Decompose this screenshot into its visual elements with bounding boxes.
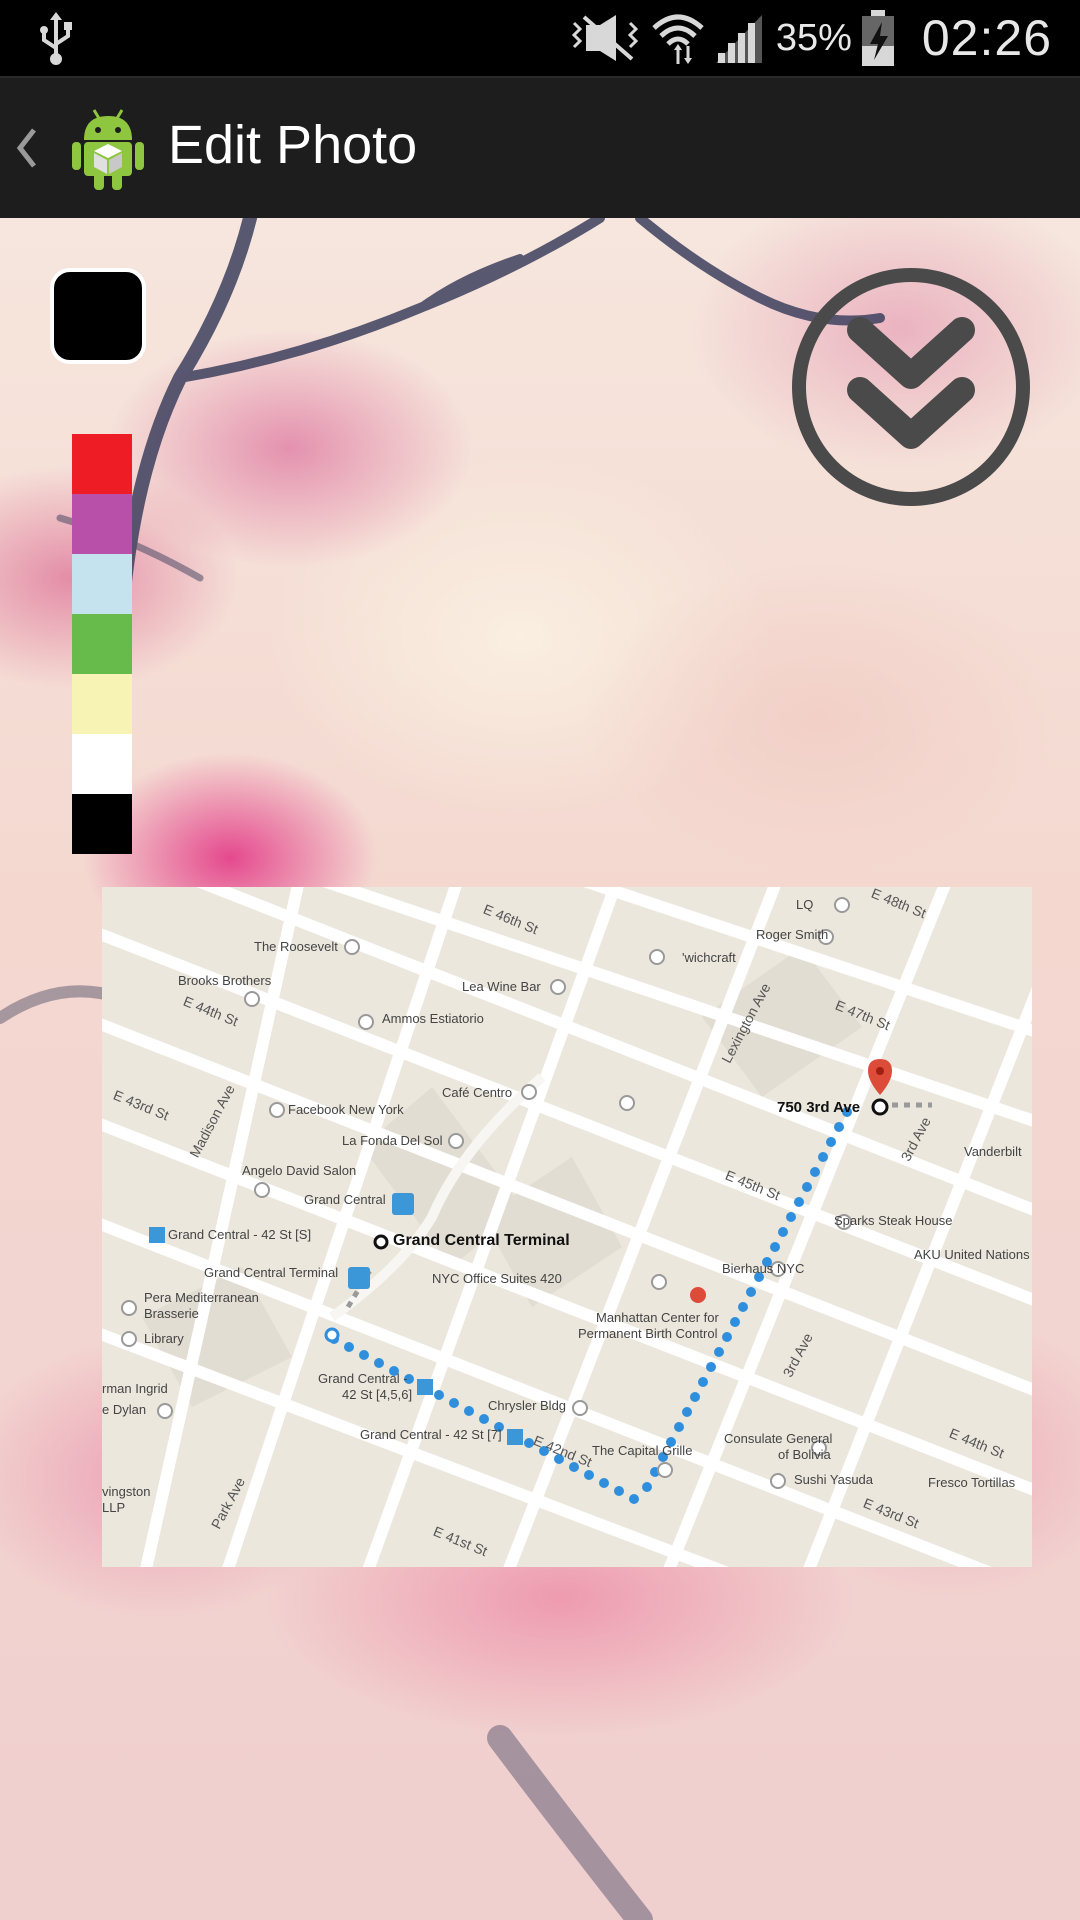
map-label: La Fonda Del Sol	[342, 1133, 443, 1148]
color-swatch-pale-yellow[interactable]	[72, 674, 132, 734]
map-image[interactable]: The Roosevelt Brooks Brothers E 46th St …	[102, 887, 1032, 1567]
map-label: Grand Central -	[318, 1371, 408, 1386]
color-swatch-black[interactable]	[72, 794, 132, 854]
map-label: Library	[144, 1331, 184, 1346]
usb-icon	[40, 12, 72, 65]
map-label: Sparks Steak House	[834, 1213, 953, 1228]
wifi-icon	[652, 14, 704, 64]
color-swatch-purple[interactable]	[72, 494, 132, 554]
chevron-left-icon[interactable]	[10, 118, 40, 178]
map-label: NYC Office Suites 420	[432, 1271, 562, 1286]
map-label: The Capital Grille	[592, 1443, 693, 1458]
signal-icon	[715, 15, 762, 63]
battery-charging-icon	[861, 10, 894, 66]
color-swatch-white[interactable]	[72, 734, 132, 794]
action-bar: Edit Photo	[0, 76, 1080, 220]
map-label: Grand Central	[304, 1192, 386, 1207]
map-label: Fresco Tortillas	[928, 1475, 1016, 1490]
map-label: Sushi Yasuda	[794, 1472, 874, 1487]
map-label: Brooks Brothers	[178, 973, 272, 988]
map-label: e Dylan	[102, 1402, 147, 1417]
double-chevron-down-icon[interactable]	[790, 266, 1032, 508]
clock: 02:26	[921, 10, 1052, 66]
map-label: Roger Smith	[756, 927, 829, 942]
map-label: Chrysler Bldg	[488, 1398, 567, 1413]
map-label: Vanderbilt	[964, 1144, 1022, 1159]
map-label: LLP	[102, 1500, 126, 1515]
status-icons: 35% 02:26	[570, 0, 1052, 76]
map-label: Café Centro	[442, 1085, 513, 1100]
map-label: 42 St [4,5,6]	[342, 1387, 413, 1402]
map-label: 750 3rd Ave	[777, 1099, 861, 1116]
color-swatch-light-blue[interactable]	[72, 554, 132, 614]
map-label: Grand Central Terminal	[204, 1265, 339, 1280]
map-label: Grand Central Terminal	[393, 1232, 570, 1249]
current-color-swatch[interactable]	[50, 268, 146, 364]
map-label: Permanent Birth Control	[578, 1326, 718, 1341]
color-swatch-green[interactable]	[72, 614, 132, 674]
map-label: LQ	[796, 897, 814, 912]
map-label: Consulate General	[724, 1431, 833, 1446]
map-label: rman Ingrid	[102, 1381, 168, 1396]
mute-vibrate-icon	[571, 15, 638, 61]
map-label: The Roosevelt	[254, 939, 338, 954]
map-label: 'wichcraft	[682, 950, 736, 965]
map-label: Grand Central - 42 St [S]	[168, 1227, 312, 1242]
map-label: Pera Mediterranean	[144, 1290, 259, 1305]
color-swatch-red[interactable]	[72, 434, 132, 494]
map-label: Ammos Estiatorio	[382, 1011, 484, 1026]
map-label: of Bolivia	[778, 1447, 831, 1462]
map-label: Brasserie	[144, 1306, 199, 1321]
map-label: AKU United Nations	[914, 1247, 1030, 1262]
page-title: Edit Photo	[168, 115, 418, 175]
map-label: Facebook New York	[288, 1102, 404, 1117]
status-bar: 35% 02:26	[0, 0, 1080, 76]
map-label: vingston	[102, 1484, 151, 1499]
map-label: Grand Central - 42 St [7]	[360, 1427, 502, 1442]
map-label: Lea Wine Bar	[462, 979, 541, 994]
map-label: Manhattan Center for	[596, 1310, 719, 1325]
map-label: Angelo David Salon	[242, 1163, 357, 1178]
android-app-icon[interactable]	[68, 106, 148, 192]
color-palette	[72, 434, 132, 854]
map-label: Bierhaus NYC	[722, 1261, 805, 1276]
battery-percent: 35%	[775, 16, 852, 59]
